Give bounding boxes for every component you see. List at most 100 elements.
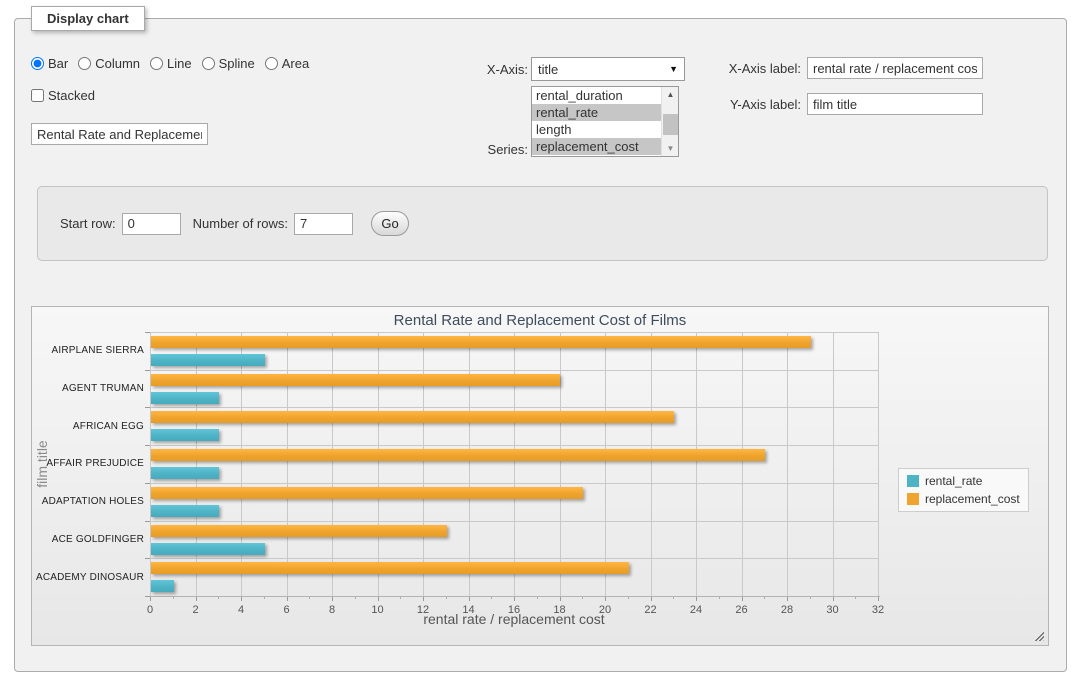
x-tick-label-14: 14 bbox=[462, 604, 474, 616]
chart-legend: rental_rate replacement_cost bbox=[898, 468, 1029, 512]
legend-item-rental_rate[interactable]: rental_rate bbox=[907, 474, 1020, 488]
x-tick-label-28: 28 bbox=[781, 604, 793, 616]
bar-replacement_cost-2 bbox=[151, 374, 560, 386]
series-option-rental_rate[interactable]: rental_rate bbox=[532, 104, 663, 121]
x-axis-label-label: X-Axis label: bbox=[715, 61, 801, 76]
chart-type-radio-column[interactable] bbox=[78, 57, 91, 70]
gridline-x-4 bbox=[241, 332, 242, 596]
bar-rental_rate-5 bbox=[151, 505, 219, 517]
legend-label: replacement_cost bbox=[925, 492, 1020, 506]
gridline-x-26 bbox=[742, 332, 743, 596]
category-label-adaptation-holes: ADAPTATION HOLES bbox=[32, 483, 144, 521]
start-row-label: Start row: bbox=[60, 216, 116, 231]
x-axis-selected-value: title bbox=[538, 62, 558, 77]
stacked-checkbox-label[interactable]: Stacked bbox=[31, 88, 95, 103]
gridline-band-4 bbox=[150, 483, 878, 484]
y-axis-label-label: Y-Axis label: bbox=[715, 97, 801, 112]
bar-rental_rate-6 bbox=[151, 543, 265, 555]
bar-replacement_cost-4 bbox=[151, 449, 765, 461]
bar-replacement_cost-7 bbox=[151, 562, 629, 574]
gridline-band-5 bbox=[150, 521, 878, 522]
x-tick-label-26: 26 bbox=[735, 604, 747, 616]
y-axis-label-input[interactable] bbox=[807, 93, 983, 115]
chart-type-radio-bar[interactable] bbox=[31, 57, 44, 70]
chart-type-option-line[interactable]: Line bbox=[150, 56, 192, 71]
gridline-x-6 bbox=[287, 332, 288, 596]
chart-type-radio-line[interactable] bbox=[150, 57, 163, 70]
bar-rental_rate-2 bbox=[151, 392, 219, 404]
gridline-x-30 bbox=[833, 332, 834, 596]
number-of-rows-input[interactable] bbox=[294, 213, 353, 235]
bar-rental_rate-3 bbox=[151, 429, 219, 441]
x-tick-label-8: 8 bbox=[329, 604, 335, 616]
gridline-x-18 bbox=[560, 332, 561, 596]
x-tick-label-2: 2 bbox=[192, 604, 198, 616]
chart-area: Rental Rate and Replacement Cost of Film… bbox=[31, 306, 1049, 646]
chart-type-option-area[interactable]: Area bbox=[265, 56, 309, 71]
bar-rental_rate-7 bbox=[151, 580, 174, 592]
chart-type-option-column[interactable]: Column bbox=[78, 56, 140, 71]
y-axis-tick bbox=[145, 483, 150, 484]
bar-rental_rate-4 bbox=[151, 467, 219, 479]
go-button[interactable]: Go bbox=[371, 211, 409, 236]
category-label-african-egg: AFRICAN EGG bbox=[32, 407, 144, 445]
category-label-ace-goldfinger: ACE GOLDFINGER bbox=[32, 521, 144, 559]
x-axis-select[interactable]: title ▼ bbox=[531, 57, 685, 81]
legend-item-replacement_cost[interactable]: replacement_cost bbox=[907, 492, 1020, 506]
bar-replacement_cost-5 bbox=[151, 487, 583, 499]
x-tick-label-4: 4 bbox=[238, 604, 244, 616]
x-tick-label-18: 18 bbox=[553, 604, 565, 616]
listbox-scrollbar[interactable]: ▲ ▼ bbox=[661, 87, 678, 156]
chart-title-input[interactable] bbox=[31, 123, 208, 145]
x-axis-select-label: X-Axis: bbox=[448, 62, 528, 77]
scrollbar-thumb[interactable] bbox=[663, 114, 678, 135]
series-option-length[interactable]: length bbox=[532, 121, 663, 138]
category-label-airplane-sierra: AIRPLANE SIERRA bbox=[32, 332, 144, 370]
x-axis-label-input[interactable] bbox=[807, 57, 983, 79]
row-range-band: Start row: Number of rows: Go bbox=[37, 186, 1048, 261]
bar-rental_rate-1 bbox=[151, 354, 265, 366]
x-tick-label-32: 32 bbox=[872, 604, 884, 616]
x-tick-label-10: 10 bbox=[371, 604, 383, 616]
scroll-down-icon[interactable]: ▼ bbox=[662, 141, 679, 156]
resize-grip-icon[interactable] bbox=[1033, 630, 1044, 641]
chart-type-radio-spline[interactable] bbox=[202, 57, 215, 70]
gridline-x-0 bbox=[150, 332, 151, 596]
chevron-down-icon: ▼ bbox=[669, 64, 678, 74]
chart-type-option-bar[interactable]: Bar bbox=[31, 56, 68, 71]
start-row-input[interactable] bbox=[122, 213, 181, 235]
chart-type-label: Spline bbox=[219, 56, 255, 71]
x-tick-label-30: 30 bbox=[826, 604, 838, 616]
series-option-replacement_cost[interactable]: replacement_cost bbox=[532, 138, 663, 155]
gridline-x-22 bbox=[651, 332, 652, 596]
gridline-x-32 bbox=[878, 332, 879, 596]
display-chart-panel: Display chart BarColumnLineSplineArea St… bbox=[14, 18, 1067, 672]
x-tick-label-12: 12 bbox=[417, 604, 429, 616]
gridline-band-1 bbox=[150, 370, 878, 371]
series-option-rental_duration[interactable]: rental_duration bbox=[532, 87, 663, 104]
x-tick-label-0: 0 bbox=[147, 604, 153, 616]
stacked-checkbox[interactable] bbox=[31, 89, 44, 102]
y-axis-tick bbox=[145, 407, 150, 408]
legend-swatch-replacement_cost bbox=[907, 493, 919, 505]
series-listbox[interactable]: rental_durationrental_ratelengthreplacem… bbox=[531, 86, 679, 157]
y-axis-tick bbox=[145, 521, 150, 522]
chart-type-option-spline[interactable]: Spline bbox=[202, 56, 255, 71]
series-select-label: Series: bbox=[448, 142, 528, 157]
gridline-x-24 bbox=[696, 332, 697, 596]
gridline-x-20 bbox=[605, 332, 606, 596]
chart-type-radio-area[interactable] bbox=[265, 57, 278, 70]
chart-type-label: Line bbox=[167, 56, 192, 71]
y-axis-tick bbox=[145, 332, 150, 333]
category-label-academy-dinosaur: ACADEMY DINOSAUR bbox=[32, 558, 144, 596]
bar-replacement_cost-3 bbox=[151, 411, 674, 423]
x-tick-label-6: 6 bbox=[283, 604, 289, 616]
gridline-x-12 bbox=[423, 332, 424, 596]
gridline-x-28 bbox=[787, 332, 788, 596]
scroll-up-icon[interactable]: ▲ bbox=[662, 87, 679, 102]
x-tick-label-16: 16 bbox=[508, 604, 520, 616]
chart-type-label: Column bbox=[95, 56, 140, 71]
chart-type-label: Bar bbox=[48, 56, 68, 71]
panel-legend: Display chart bbox=[31, 6, 145, 31]
category-label-agent-truman: AGENT TRUMAN bbox=[32, 370, 144, 408]
